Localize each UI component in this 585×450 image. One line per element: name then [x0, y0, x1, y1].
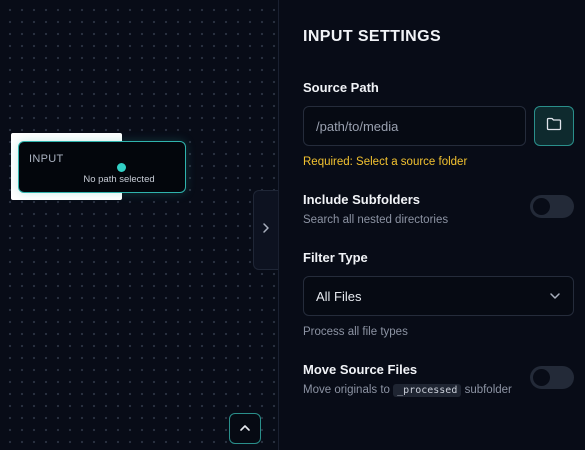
collapse-panel-button[interactable]	[253, 190, 278, 270]
toggle-knob	[533, 369, 550, 386]
move-source-files-description: Move originals to _processed subfolder	[303, 384, 512, 397]
chevron-down-icon	[549, 287, 561, 305]
filter-type-value: All Files	[316, 288, 362, 304]
chevron-right-icon	[261, 221, 271, 239]
node-output-port[interactable]	[117, 163, 126, 172]
browse-folder-button[interactable]	[534, 106, 574, 146]
description-prefix: Move originals to	[303, 384, 390, 396]
chevron-up-icon	[239, 420, 251, 438]
expand-up-button[interactable]	[229, 413, 261, 444]
panel-title: INPUT SETTINGS	[303, 28, 442, 45]
filter-type-select[interactable]: All Files	[303, 276, 574, 316]
include-subfolders-label: Include Subfolders	[303, 192, 421, 207]
required-message: Required: Select a source folder	[303, 156, 468, 168]
source-path-label: Source Path	[303, 80, 379, 95]
description-suffix: subfolder	[464, 384, 512, 396]
filter-type-description: Process all file types	[303, 326, 408, 338]
settings-panel: INPUT SETTINGS Source Path Required: Sel…	[278, 0, 585, 450]
folder-icon	[546, 117, 562, 136]
node-title: INPUT	[29, 153, 64, 165]
processed-folder-code: _processed	[393, 384, 462, 397]
move-source-files-toggle[interactable]	[530, 366, 574, 389]
move-source-files-label: Move Source Files	[303, 362, 418, 377]
toggle-knob	[533, 198, 550, 215]
source-path-input[interactable]	[303, 106, 526, 146]
include-subfolders-toggle[interactable]	[530, 195, 574, 218]
node-status-text: No path selected	[83, 174, 155, 185]
input-node[interactable]: INPUT No path selected	[18, 141, 186, 193]
include-subfolders-description: Search all nested directories	[303, 214, 449, 226]
workflow-canvas[interactable]: INPUT No path selected	[0, 0, 278, 450]
filter-type-label: Filter Type	[303, 250, 368, 265]
